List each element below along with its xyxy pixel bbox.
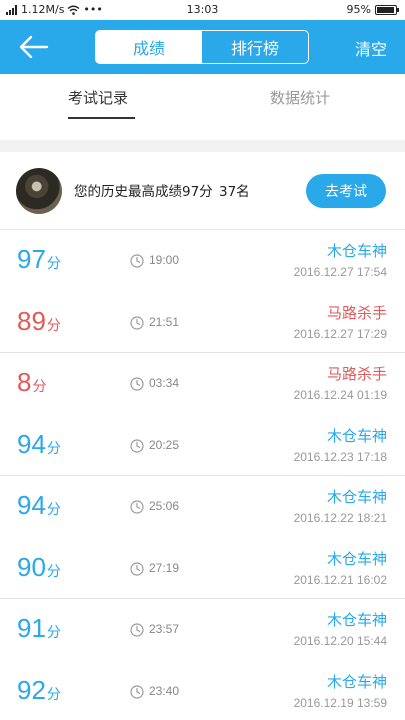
back-button[interactable] — [18, 34, 50, 60]
record-score: 8分 — [17, 367, 46, 398]
best-rank: 37名 — [218, 184, 250, 200]
record-date: 2016.12.21 16:02 — [293, 572, 387, 587]
record-score: 89 分 — [17, 306, 61, 337]
record-title: 马路杀手 — [326, 365, 387, 383]
record-row[interactable]: 94 分 20:25 木仓车神 2016.12.23 17:18 — [0, 414, 405, 476]
record-date: 2016.12.19 13:59 — [293, 695, 387, 710]
record-duration: 21:51 — [149, 314, 180, 329]
status-time: 13:03 — [186, 3, 219, 16]
section-divider — [0, 140, 405, 152]
score-value: 92 — [17, 674, 46, 705]
record-date: 2016.12.20 15:44 — [293, 634, 387, 648]
score-value: 90 — [17, 551, 46, 582]
active-tab-indicator — [68, 117, 135, 119]
score-unit: 分 — [46, 502, 61, 518]
record-score: 91 分 — [17, 613, 61, 644]
record-score: 94 分 — [17, 429, 61, 460]
record-date: 2016.12.27 17:29 — [293, 326, 387, 341]
record-duration: 23:40 — [149, 683, 180, 698]
record-duration: 27:19 — [149, 560, 180, 575]
score-value: 94 — [17, 428, 46, 459]
record-duration: 23:57 — [149, 622, 180, 636]
tab-exam-records[interactable]: 考试记录 — [68, 87, 128, 108]
score-value: 91 — [17, 613, 46, 643]
record-duration: 25:06 — [149, 499, 180, 513]
avatar — [16, 168, 62, 214]
clock-icon — [130, 254, 144, 268]
record-row[interactable]: 94 分 25:06 木仓车神 2016.12.22 18:21 — [0, 476, 405, 538]
record-date: 2016.12.24 01:19 — [293, 388, 387, 402]
clock-icon — [130, 684, 144, 699]
tab-data-stats[interactable]: 数据统计 — [270, 87, 330, 108]
take-exam-button[interactable]: 去考试 — [306, 174, 386, 208]
sub-tabs: 考试记录 数据统计 — [0, 74, 405, 140]
records-list: 97 分 19:00 木仓车神 2016.12.27 17:54 89 分 21:51 马路杀手… — [0, 230, 405, 720]
score-unit: 分 — [46, 686, 61, 703]
record-score: 90 分 — [17, 552, 61, 583]
record-title: 木仓车神 — [326, 611, 387, 629]
score-value: 8 — [17, 367, 32, 397]
record-duration: 03:34 — [149, 376, 180, 390]
battery-icon — [375, 4, 399, 15]
record-date: 2016.12.23 17:18 — [293, 449, 387, 464]
score-unit: 分 — [46, 563, 61, 580]
clock-icon — [130, 561, 144, 576]
record-row[interactable]: 92 分 23:40 木仓车神 2016.12.19 13:59 — [0, 660, 405, 720]
battery-percent: 95% — [346, 3, 371, 16]
clock-icon — [130, 438, 144, 453]
clock-icon — [130, 623, 144, 637]
score-unit: 分 — [46, 317, 61, 334]
record-title: 木仓车神 — [326, 426, 387, 445]
record-title: 木仓车神 — [326, 242, 387, 260]
record-title: 木仓车神 — [326, 672, 387, 691]
score-unit: 分 — [32, 379, 47, 395]
score-unit: 分 — [46, 256, 61, 272]
record-score: 92 分 — [17, 675, 61, 706]
best-score-card: 您的历史最高成绩97分 37名 去考试 — [0, 152, 405, 230]
clock-icon — [130, 500, 144, 514]
score-value: 97 — [17, 244, 46, 274]
tab-leaderboard[interactable]: 排行榜 — [202, 31, 308, 63]
record-title: 木仓车神 — [326, 549, 387, 568]
score-value: 89 — [17, 305, 46, 336]
record-row[interactable]: 97 分 19:00 木仓车神 2016.12.27 17:54 — [0, 230, 405, 292]
status-bar: 1.12M/s ••• 13:03 95% — [0, 0, 405, 20]
score-unit: 分 — [46, 440, 61, 457]
record-row[interactable]: 8 分 03:34 马路杀手 2016.12.24 01:19 — [0, 353, 405, 415]
clear-button[interactable]: 清空 — [355, 36, 387, 60]
best-score-text: 您的历史最高成绩97分 37名 — [74, 180, 252, 200]
record-score: 94 分 — [17, 490, 61, 521]
best-score-label: 您的历史最高成绩97分 — [74, 184, 213, 200]
record-duration: 19:00 — [149, 253, 180, 267]
record-score: 97 分 — [17, 244, 61, 275]
record-row[interactable]: 89 分 21:51 马路杀手 2016.12.27 17:29 — [0, 291, 405, 353]
app-header: 成绩 排行榜 清空 — [0, 20, 405, 74]
score-unit: 分 — [46, 625, 61, 641]
record-title: 马路杀手 — [326, 303, 387, 322]
record-date: 2016.12.27 17:54 — [293, 265, 387, 279]
record-date: 2016.12.22 18:21 — [293, 511, 387, 525]
record-row[interactable]: 91 分 23:57 木仓车神 2016.12.20 15:44 — [0, 599, 405, 661]
segmented-tabs: 成绩 排行榜 — [95, 30, 309, 64]
record-row[interactable]: 90 分 27:19 木仓车神 2016.12.21 16:02 — [0, 537, 405, 599]
clock-icon — [130, 315, 144, 330]
record-title: 木仓车神 — [326, 488, 387, 506]
back-arrow-icon — [19, 35, 49, 59]
clock-icon — [130, 377, 144, 391]
status-right: 95% — [346, 3, 399, 16]
record-duration: 20:25 — [149, 437, 180, 452]
tab-scores[interactable]: 成绩 — [96, 31, 202, 63]
score-value: 94 — [17, 490, 46, 520]
